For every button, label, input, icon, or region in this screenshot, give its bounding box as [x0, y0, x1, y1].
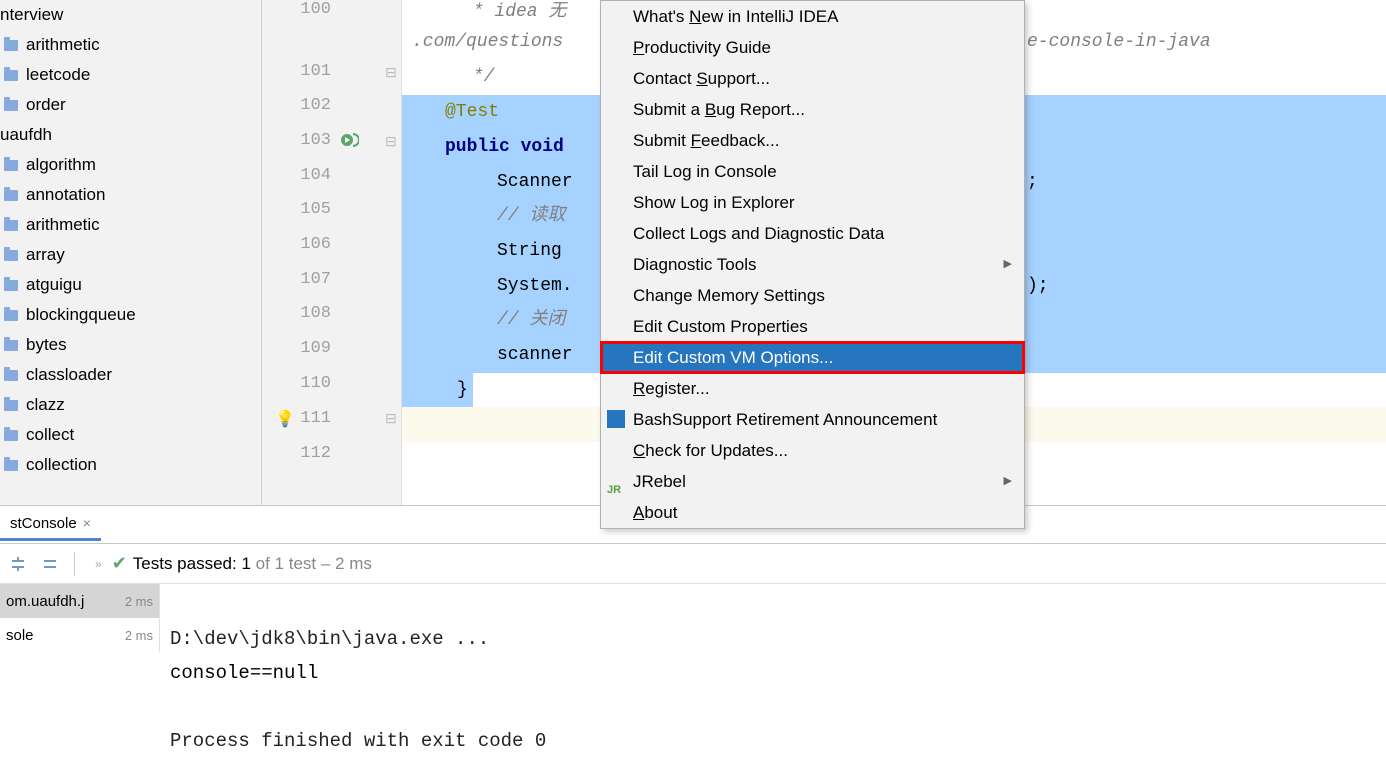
menu-item-8[interactable]: Diagnostic Tools▶	[601, 249, 1024, 280]
tree-folder-leetcode[interactable]: leetcode	[0, 60, 261, 90]
divider	[74, 552, 75, 576]
tree-root-uaufdh[interactable]: uaufdh	[0, 120, 261, 150]
project-tree[interactable]: nterview arithmetic leetcode order uaufd…	[0, 0, 262, 505]
menu-item-10[interactable]: Edit Custom Properties	[601, 311, 1024, 342]
jrebel-icon: JR	[607, 475, 625, 493]
bash-icon	[607, 410, 625, 428]
menu-item-2[interactable]: Contact Support...	[601, 63, 1024, 94]
tree-folder-order[interactable]: order	[0, 90, 261, 120]
line-number: 102	[281, 96, 331, 115]
menu-item-16[interactable]: About	[601, 497, 1024, 528]
tree-folder-atguigu[interactable]: atguigu	[0, 270, 261, 300]
menu-item-13[interactable]: BashSupport Retirement Announcement	[601, 404, 1024, 435]
line-number: 101	[281, 62, 331, 81]
test-toolbar: » ✔ Tests passed: 1 of 1 test – 2 ms	[0, 544, 1386, 584]
folder-icon	[4, 310, 18, 321]
tree-folder-algorithm[interactable]: algorithm	[0, 150, 261, 180]
menu-item-14[interactable]: Check for Updates...	[601, 435, 1024, 466]
tree-folder-blockingqueue[interactable]: blockingqueue	[0, 300, 261, 330]
folder-icon	[4, 280, 18, 291]
test-status: Tests passed: 1 of 1 test – 2 ms	[133, 554, 372, 574]
tab-stconsole[interactable]: stConsole ×	[0, 509, 101, 541]
fold-icon[interactable]: ⊟	[385, 410, 397, 422]
line-number: 105	[281, 200, 331, 219]
check-icon: ✔	[112, 553, 127, 574]
line-number: 100	[281, 0, 331, 19]
chevron-right-icon[interactable]: »	[95, 557, 102, 571]
tree-folder-array[interactable]: array	[0, 240, 261, 270]
intention-bulb-icon[interactable]: 💡	[275, 409, 293, 427]
test-row[interactable]: sole2 ms	[0, 618, 159, 652]
line-number: 108	[281, 304, 331, 323]
run-tool-window: stConsole × » ✔ Tests passed: 1 of 1 tes…	[0, 505, 1386, 728]
folder-icon	[4, 340, 18, 351]
line-number: 107	[281, 270, 331, 289]
folder-icon	[4, 100, 18, 111]
folder-icon	[4, 250, 18, 261]
folder-icon	[4, 220, 18, 231]
expand-all-icon[interactable]	[4, 550, 32, 578]
line-number: 110	[281, 374, 331, 393]
chevron-right-icon: ▶	[1004, 466, 1012, 497]
line-number: 103	[281, 131, 331, 150]
menu-item-1[interactable]: Productivity Guide	[601, 32, 1024, 63]
folder-icon	[4, 40, 18, 51]
menu-item-5[interactable]: Tail Log in Console	[601, 156, 1024, 187]
line-number: 104	[281, 166, 331, 185]
folder-icon	[4, 190, 18, 201]
chevron-right-icon: ▶	[1004, 249, 1012, 280]
collapse-all-icon[interactable]	[36, 550, 64, 578]
menu-item-15[interactable]: JRJRebel▶	[601, 466, 1024, 497]
folder-icon	[4, 70, 18, 81]
tree-folder-collection[interactable]: collection	[0, 450, 261, 480]
folder-icon	[4, 430, 18, 441]
menu-item-4[interactable]: Submit Feedback...	[601, 125, 1024, 156]
tree-folder-classloader[interactable]: classloader	[0, 360, 261, 390]
test-tree[interactable]: om.uaufdh.j2 ms sole2 ms	[0, 584, 160, 652]
menu-item-7[interactable]: Collect Logs and Diagnostic Data	[601, 218, 1024, 249]
tree-folder-annotation[interactable]: annotation	[0, 180, 261, 210]
tree-folder-bytes[interactable]: bytes	[0, 330, 261, 360]
menu-item-6[interactable]: Show Log in Explorer	[601, 187, 1024, 218]
fold-icon[interactable]: ⊟	[385, 133, 397, 145]
menu-item-0[interactable]: What's New in IntelliJ IDEA	[601, 1, 1024, 32]
run-test-icon[interactable]	[341, 131, 359, 149]
menu-item-11[interactable]: Edit Custom VM Options...	[601, 342, 1024, 373]
tree-folder-collect[interactable]: collect	[0, 420, 261, 450]
line-number: 109	[281, 339, 331, 358]
menu-item-3[interactable]: Submit a Bug Report...	[601, 94, 1024, 125]
console-line: D:\dev\jdk8\bin\java.exe ...	[170, 628, 489, 650]
folder-icon	[4, 370, 18, 381]
console-output[interactable]: D:\dev\jdk8\bin\java.exe ... console==nu…	[170, 588, 546, 758]
menu-item-12[interactable]: Register...	[601, 373, 1024, 404]
fold-icon[interactable]: ⊟	[385, 64, 397, 76]
folder-icon	[4, 460, 18, 471]
folder-icon	[4, 160, 18, 171]
tree-folder-clazz[interactable]: clazz	[0, 390, 261, 420]
editor-gutter[interactable]: 100 101 102 103 104 105 106 107 108 109 …	[262, 0, 402, 505]
tree-root-interview[interactable]: nterview	[0, 0, 261, 30]
tree-folder-arithmetic2[interactable]: arithmetic	[0, 210, 261, 240]
console-line: Process finished with exit code 0	[170, 730, 546, 752]
menu-item-9[interactable]: Change Memory Settings	[601, 280, 1024, 311]
line-number: 112	[281, 444, 331, 463]
test-row[interactable]: om.uaufdh.j2 ms	[0, 584, 159, 618]
console-line: console==null	[170, 662, 318, 684]
line-number: 106	[281, 235, 331, 254]
folder-icon	[4, 400, 18, 411]
close-icon[interactable]: ×	[83, 515, 91, 531]
help-menu: What's New in IntelliJ IDEAProductivity …	[600, 0, 1025, 529]
tree-folder-arithmetic[interactable]: arithmetic	[0, 30, 261, 60]
